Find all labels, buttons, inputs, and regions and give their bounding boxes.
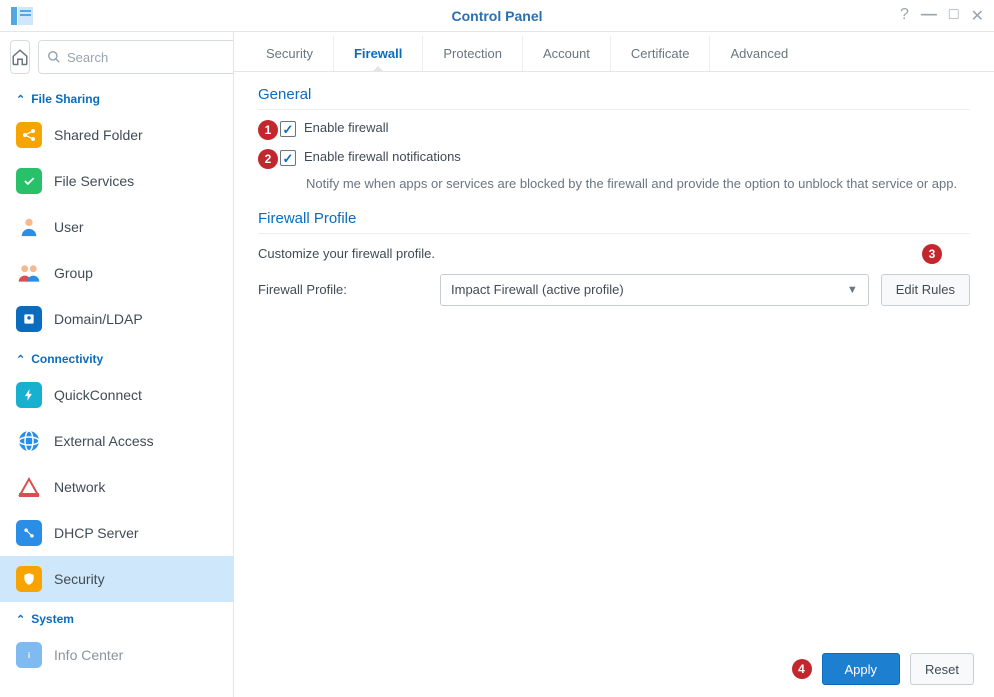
sidebar-item-quickconnect[interactable]: QuickConnect [0, 372, 233, 418]
tab-advanced[interactable]: Advanced [710, 36, 808, 71]
home-button[interactable] [10, 40, 30, 74]
domain-ldap-icon [16, 306, 42, 332]
minimize-icon[interactable]: — [921, 6, 937, 26]
section-label: File Sharing [31, 92, 100, 106]
network-icon [16, 474, 42, 500]
notification-description: Notify me when apps or services are bloc… [306, 174, 970, 194]
sidebar-item-label: DHCP Server [54, 525, 139, 541]
apply-button[interactable]: Apply [822, 653, 901, 685]
sidebar-item-security[interactable]: Security [0, 556, 233, 602]
sidebar-item-label: External Access [54, 433, 154, 449]
sidebar-item-group[interactable]: Group [0, 250, 233, 296]
section-system[interactable]: ⌃ System [0, 602, 233, 632]
search-icon [47, 50, 61, 64]
close-icon[interactable]: ✕ [971, 6, 984, 26]
sidebar-item-info-center[interactable]: i Info Center [0, 632, 233, 678]
enable-notifications-label: Enable firewall notifications [304, 149, 461, 164]
tab-protection[interactable]: Protection [423, 36, 523, 71]
dhcp-icon [16, 520, 42, 546]
checkbox-enable-firewall[interactable] [280, 121, 296, 137]
chevron-down-icon: ▼ [847, 284, 858, 296]
window-title: Control Panel [0, 8, 994, 24]
sidebar-item-shared-folder[interactable]: Shared Folder [0, 112, 233, 158]
badge-2: 2 [258, 149, 278, 169]
badge-3: 3 [922, 244, 942, 264]
sidebar-item-dhcp-server[interactable]: DHCP Server [0, 510, 233, 556]
section-label: System [31, 612, 74, 626]
section-file-sharing[interactable]: ⌃ File Sharing [0, 82, 233, 112]
sidebar-item-network[interactable]: Network [0, 464, 233, 510]
group-icon [16, 260, 42, 286]
profile-selected-value: Impact Firewall (active profile) [451, 282, 624, 297]
home-icon [11, 48, 29, 66]
sidebar-item-label: Security [54, 571, 105, 587]
edit-rules-button[interactable]: Edit Rules [881, 274, 970, 306]
file-services-icon [16, 168, 42, 194]
checkbox-enable-notifications[interactable] [280, 150, 296, 166]
user-icon [16, 214, 42, 240]
sidebar-item-label: Network [54, 479, 105, 495]
tab-account[interactable]: Account [523, 36, 611, 71]
section-connectivity[interactable]: ⌃ Connectivity [0, 342, 233, 372]
sidebar-item-label: Domain/LDAP [54, 311, 143, 327]
reset-button[interactable]: Reset [910, 653, 974, 685]
search-field[interactable] [38, 40, 234, 74]
general-title: General [258, 86, 970, 110]
sidebar-item-domain-ldap[interactable]: Domain/LDAP [0, 296, 233, 342]
chevron-up-icon: ⌃ [16, 613, 25, 626]
badge-4: 4 [792, 659, 812, 679]
sidebar-item-label: Shared Folder [54, 127, 143, 143]
info-icon: i [16, 642, 42, 668]
search-input[interactable] [67, 50, 234, 65]
customize-text: Customize your firewall profile. [258, 246, 435, 261]
profile-title: Firewall Profile [258, 210, 970, 234]
sidebar-item-external-access[interactable]: External Access [0, 418, 233, 464]
tab-certificate[interactable]: Certificate [611, 36, 711, 71]
help-icon[interactable]: ? [900, 6, 909, 26]
tab-security[interactable]: Security [246, 36, 334, 71]
chevron-up-icon: ⌃ [16, 353, 25, 366]
maximize-icon[interactable]: □ [949, 6, 959, 26]
sidebar-item-label: Group [54, 265, 93, 281]
external-access-icon [16, 428, 42, 454]
section-label: Connectivity [31, 352, 103, 366]
profile-select[interactable]: Impact Firewall (active profile) ▼ [440, 274, 869, 306]
sidebar-item-label: Info Center [54, 647, 123, 663]
security-icon [16, 566, 42, 592]
app-icon [10, 4, 34, 28]
badge-1: 1 [258, 120, 278, 140]
sidebar-item-label: User [54, 219, 84, 235]
sidebar-item-user[interactable]: User [0, 204, 233, 250]
profile-label: Firewall Profile: [258, 282, 428, 297]
sidebar-item-label: File Services [54, 173, 134, 189]
shared-folder-icon [16, 122, 42, 148]
quickconnect-icon [16, 382, 42, 408]
sidebar-item-label: QuickConnect [54, 387, 142, 403]
sidebar-item-file-services[interactable]: File Services [0, 158, 233, 204]
svg-text:i: i [28, 651, 30, 660]
tab-firewall[interactable]: Firewall [334, 36, 423, 71]
enable-firewall-label: Enable firewall [304, 120, 389, 135]
chevron-up-icon: ⌃ [16, 93, 25, 106]
